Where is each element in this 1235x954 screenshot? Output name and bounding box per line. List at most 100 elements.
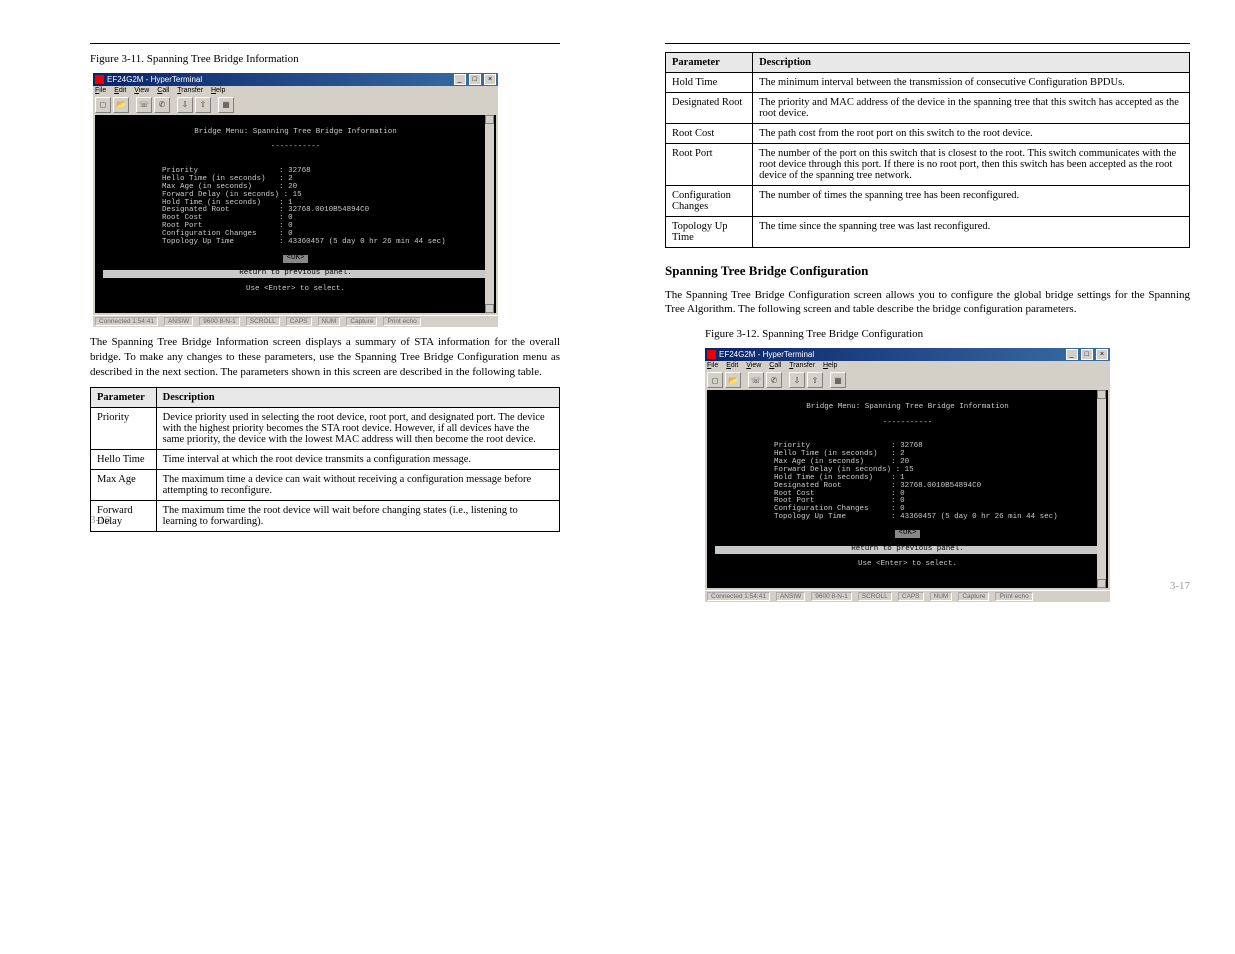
menu-call[interactable]: Call (769, 362, 781, 369)
page-number: 3-17 (665, 580, 1190, 592)
scrollbar[interactable]: ▴▾ (1097, 390, 1106, 588)
table-row: Max Age The maximum time a device can wa… (91, 470, 560, 501)
menu-view[interactable]: View (134, 87, 149, 94)
status-2: 9600 8-N-1 (199, 317, 240, 326)
header (90, 40, 560, 44)
row-desroot: Designated Root : 32768.0010B54894C0 (126, 206, 369, 214)
figure-caption: Figure 3-11. Spanning Tree Bridge Inform… (90, 52, 560, 67)
table-row: Root Port The number of the port on this… (666, 144, 1190, 186)
tool-bar: ◻ 📂 ☏ ✆ ⇩ ⇧ ▦ (93, 95, 498, 115)
maximize-button[interactable]: □ (1081, 349, 1093, 360)
tool-bar: ◻ 📂 ☏ ✆ ⇩ ⇧ ▦ (705, 370, 1110, 390)
tool-send-icon[interactable]: ⇩ (789, 372, 805, 388)
minimize-button[interactable]: _ (1066, 349, 1078, 360)
tool-recv-icon[interactable]: ⇧ (807, 372, 823, 388)
tool-hangup-icon[interactable]: ✆ (766, 372, 782, 388)
table-row: Root Cost The path cost from the root po… (666, 124, 1190, 144)
param-table-right: Parameter Description Hold Time The mini… (665, 52, 1190, 248)
param-table-left: Parameter Description Priority Device pr… (90, 387, 560, 532)
row-topo: Topology Up Time : 43360457 (5 day 0 hr … (126, 238, 446, 246)
status-3: SCROLL (246, 317, 280, 326)
tool-open-icon[interactable]: 📂 (725, 372, 741, 388)
th-param: Parameter (666, 53, 753, 73)
table-row: Topology Up Time The time since the span… (666, 217, 1190, 248)
menu-bar: File Edit View Call Transfer Help (705, 361, 1110, 370)
row-desroot: Designated Root : 32768.0010B54894C0 (738, 482, 981, 490)
close-button[interactable]: × (484, 74, 496, 85)
row-fwd: Forward Delay (in seconds) : 15 (126, 191, 302, 199)
status-1: ANSIW (164, 317, 193, 326)
status-0: Connected 1:54:41 (95, 317, 158, 326)
figure-caption-r: Figure 3-12. Spanning Tree Bridge Config… (705, 327, 1190, 342)
tool-open-icon[interactable]: 📂 (113, 97, 129, 113)
scroll-up-icon[interactable]: ▴ (485, 115, 494, 124)
hyperterminal-window: EF24G2M - HyperTerminal _ □ × File Edit … (93, 73, 498, 327)
th-desc: Description (753, 53, 1190, 73)
minimize-button[interactable]: _ (454, 74, 466, 85)
window-controls: _ □ × (1065, 349, 1108, 360)
table-row: Designated Root The priority and MAC add… (666, 93, 1190, 124)
menu-view[interactable]: View (746, 362, 761, 369)
maximize-button[interactable]: □ (469, 74, 481, 85)
menu-edit[interactable]: Edit (726, 362, 738, 369)
menu-help[interactable]: Help (823, 362, 837, 369)
status-3: SCROLL (858, 592, 892, 601)
tool-props-icon[interactable]: ▦ (830, 372, 846, 388)
tool-new-icon[interactable]: ◻ (95, 97, 111, 113)
scrollbar[interactable]: ▴▾ (485, 115, 494, 313)
row-priority: Priority : 32768 (126, 167, 311, 175)
row-topo: Topology Up Time : 43360457 (5 day 0 hr … (738, 513, 1058, 521)
menu-file[interactable]: File (95, 87, 106, 94)
menu-edit[interactable]: Edit (114, 87, 126, 94)
app-icon (707, 350, 716, 359)
row-hello: Hello Time (in seconds) : 2 (126, 175, 293, 183)
para-r1: The Spanning Tree Bridge Configuration s… (665, 288, 1190, 318)
menu-bar: File Edit View Call Transfer Help (93, 86, 498, 95)
scroll-down-icon[interactable]: ▾ (485, 304, 494, 313)
status-5: NUM (930, 592, 953, 601)
tool-hangup-icon[interactable]: ✆ (154, 97, 170, 113)
tool-recv-icon[interactable]: ⇧ (195, 97, 211, 113)
enter-line: Use <Enter> to select. (99, 286, 492, 294)
table-row: Configuration Changes The number of time… (666, 186, 1190, 217)
tool-call-icon[interactable]: ☏ (748, 372, 764, 388)
menu-transfer[interactable]: Transfer (789, 362, 815, 369)
th-param: Parameter (91, 388, 157, 408)
tool-new-icon[interactable]: ◻ (707, 372, 723, 388)
row-rootcost: Root Cost : 0 (738, 490, 905, 498)
tool-call-icon[interactable]: ☏ (136, 97, 152, 113)
row-cfgchg: Configuration Changes : 0 (738, 505, 905, 513)
window-title: EF24G2M - HyperTerminal (107, 75, 202, 84)
left-page: Figure 3-11. Spanning Tree Bridge Inform… (90, 40, 560, 540)
status-2: 9600 8-N-1 (811, 592, 852, 601)
row-priority: Priority : 32768 (738, 442, 923, 450)
scroll-up-icon[interactable]: ▴ (1097, 390, 1106, 399)
window-title: EF24G2M - HyperTerminal (719, 350, 814, 359)
status-6: Capture (958, 592, 989, 601)
status-6: Capture (346, 317, 377, 326)
table-row: Priority Device priority used in selecti… (91, 408, 560, 450)
tool-send-icon[interactable]: ⇩ (177, 97, 193, 113)
menu-file[interactable]: File (707, 362, 718, 369)
menu-help[interactable]: Help (211, 87, 225, 94)
row-cfgchg: Configuration Changes : 0 (126, 230, 293, 238)
tool-props-icon[interactable]: ▦ (218, 97, 234, 113)
ok-button[interactable]: <OK> (895, 530, 919, 538)
close-button[interactable]: × (1096, 349, 1108, 360)
status-7: Print echo (995, 592, 1032, 601)
dashes: ----------- (99, 144, 492, 152)
screen-title: Bridge Menu: Spanning Tree Bridge Inform… (99, 129, 492, 137)
status-5: NUM (318, 317, 341, 326)
status-7: Print echo (383, 317, 420, 326)
menu-transfer[interactable]: Transfer (177, 87, 203, 94)
section-title: Spanning Tree Bridge Configuration (665, 262, 1190, 280)
menu-call[interactable]: Call (157, 87, 169, 94)
row-hold: Hold Time (in seconds) : 1 (738, 474, 905, 482)
header (665, 40, 1190, 44)
ok-button[interactable]: <OK> (283, 255, 307, 263)
status-4: CAPS (898, 592, 924, 601)
th-desc: Description (156, 388, 559, 408)
row-fwd: Forward Delay (in seconds) : 15 (738, 466, 914, 474)
row-rootport: Root Port : 0 (126, 222, 293, 230)
status-0: Connected 1:54:41 (707, 592, 770, 601)
